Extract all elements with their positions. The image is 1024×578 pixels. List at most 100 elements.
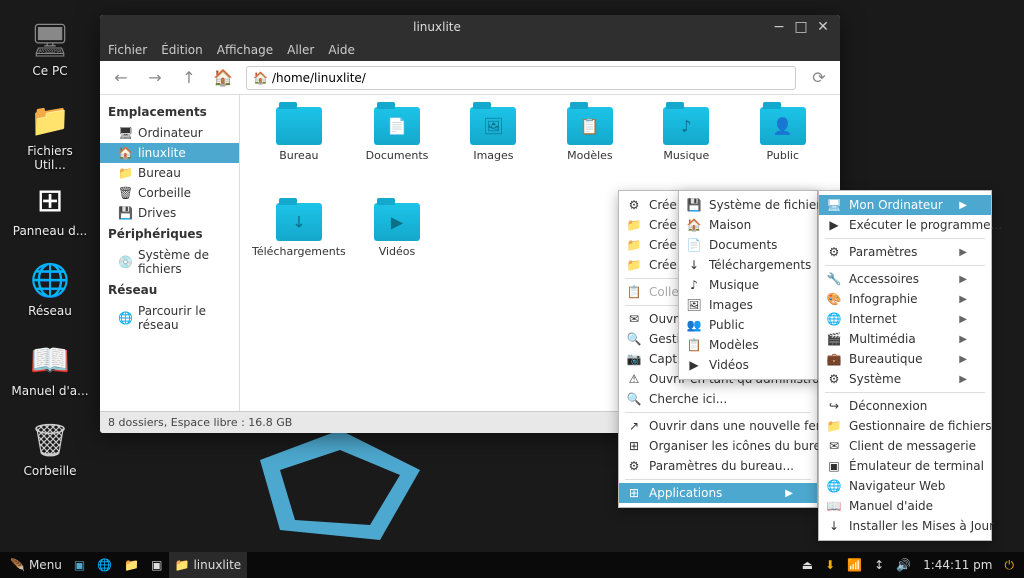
menu-item-clientdemessagerie[interactable]: ✉Client de messagerie (819, 436, 991, 456)
menu-item-musique[interactable]: ♪Musique (679, 275, 817, 295)
menu-item-icon: 🏠 (687, 218, 701, 232)
menu-item-dconnexion[interactable]: ↪Déconnexion (819, 396, 991, 416)
sidebar-item-bureau[interactable]: 📁Bureau (100, 163, 239, 183)
wifi-tray[interactable]: 📶 (841, 552, 868, 578)
menu-item-excuterleprogramme[interactable]: ▶Exécuter le programme... (819, 215, 991, 235)
sidebar-item-drives[interactable]: 💾Drives (100, 203, 239, 223)
menu-item-multimdia[interactable]: 🎬Multimédia▶ (819, 329, 991, 349)
terminal-launcher[interactable]: ▣ (145, 552, 168, 578)
menu-item-bureautique[interactable]: 💼Bureautique▶ (819, 349, 991, 369)
minimize-button[interactable]: − (768, 16, 790, 38)
menu-item-ouvrirdansunenouvell[interactable]: ↗Ouvrir dans une nouvelle fenêtre (619, 416, 817, 436)
menu-item-navigateurweb[interactable]: 🌐Navigateur Web (819, 476, 991, 496)
folder-icon: ↓ (276, 203, 322, 241)
sidebar-item-parcourirlerseau[interactable]: 🌐Parcourir le réseau (100, 301, 239, 335)
menu-affichage[interactable]: Affichage (217, 43, 273, 57)
menu-item-accessoires[interactable]: 🔧Accessoires▶ (819, 269, 991, 289)
menu-item-icon: ▶ (827, 218, 841, 232)
menu-item-installerlesmisesjou[interactable]: ↓Installer les Mises à Jour (819, 516, 991, 536)
desktop-icon-corbeille[interactable]: 🗑Corbeille (10, 420, 90, 478)
close-button[interactable]: ✕ (812, 16, 834, 38)
pathbar[interactable]: 🏠 /home/linuxlite/ (246, 66, 796, 90)
folder-modles[interactable]: 📋Modèles (545, 107, 635, 197)
menu-aller[interactable]: Aller (287, 43, 314, 57)
submenu-arrow-icon: ▶ (959, 374, 967, 385)
menu-item-systme[interactable]: ⚙Système▶ (819, 369, 991, 389)
menu-item-monordinateur[interactable]: 🖥Mon Ordinateur▶ (819, 195, 991, 215)
sidebar-section-emplacements: Emplacements (100, 101, 239, 123)
desktop-icon-rseau[interactable]: 🌐Réseau (10, 260, 90, 318)
desktop-icon-manuelda[interactable]: 📖Manuel d'a... (10, 340, 90, 398)
updates-tray[interactable]: ⬇ (819, 552, 841, 578)
taskbar-app-button[interactable]: 📁 linuxlite (169, 552, 248, 578)
refresh-button[interactable]: ⟳ (808, 67, 830, 89)
separator (825, 238, 985, 239)
menu-item-label: Multimédia (849, 332, 916, 346)
folder-vidos[interactable]: ▶Vidéos (352, 203, 442, 293)
folder-public[interactable]: 👤Public (738, 107, 828, 197)
power-tray[interactable]: ⏻ (999, 552, 1021, 578)
files-launcher[interactable]: 📁 (118, 552, 145, 578)
sidebar-item-ordinateur[interactable]: 🖥Ordinateur (100, 123, 239, 143)
workspace-button[interactable]: ▣ (68, 552, 91, 578)
menu-item-gestionnairedefichie[interactable]: 📁Gestionnaire de fichiers (819, 416, 991, 436)
chrome-launcher[interactable]: 🌐 (91, 552, 118, 578)
menu-item-documents[interactable]: 📄Documents (679, 235, 817, 255)
submenu-arrow-icon: ▶ (785, 488, 793, 499)
usb-tray[interactable]: ⏏ (796, 552, 819, 578)
sidebar-item-systmedefichiers[interactable]: 💿Système de fichiers (100, 245, 239, 279)
folder-images[interactable]: 🖼Images (448, 107, 538, 197)
menu-item-vidos[interactable]: ▶Vidéos (679, 355, 817, 375)
menu-item-manueldaide[interactable]: 📖Manuel d'aide (819, 496, 991, 516)
menu-item-images[interactable]: 🖼Images (679, 295, 817, 315)
clock-text: 1:44:11 pm (923, 558, 992, 572)
menu-item-public[interactable]: 👥Public (679, 315, 817, 335)
up-button[interactable]: ↑ (178, 67, 200, 89)
sidebar-section-réseau: Réseau (100, 279, 239, 301)
desktop-icon-glyph: 🗑 (26, 420, 74, 460)
menu-item-label: Installer les Mises à Jour (849, 519, 994, 533)
menu-fichier[interactable]: Fichier (108, 43, 147, 57)
folder-musique[interactable]: ♪Musique (641, 107, 731, 197)
maximize-button[interactable]: □ (790, 16, 812, 38)
desktop-icon-glyph: 📁 (26, 100, 74, 140)
menu-item-internet[interactable]: 🌐Internet▶ (819, 309, 991, 329)
desktop-icon-panneaud[interactable]: ⊞Panneau d... (10, 180, 90, 238)
desktop-icon-cepc[interactable]: 🖥Ce PC (10, 20, 90, 78)
menu-édition[interactable]: Édition (161, 43, 203, 57)
files-icon: 📁 (124, 558, 139, 572)
menu-item-paramtres[interactable]: ⚙Paramètres▶ (819, 242, 991, 262)
sidebar-item-label: linuxlite (138, 146, 186, 160)
folder-tlchargements[interactable]: ↓Téléchargements (252, 203, 346, 293)
folder-icon: 👤 (760, 107, 806, 145)
volume-tray[interactable]: 🔊 (890, 552, 917, 578)
titlebar[interactable]: linuxlite − □ ✕ (100, 15, 840, 39)
menu-item-tlchargements[interactable]: ↓Téléchargements (679, 255, 817, 275)
menu-item-mulateurdeterminal[interactable]: ▣Émulateur de terminal (819, 456, 991, 476)
menu-aide[interactable]: Aide (328, 43, 355, 57)
clock[interactable]: 1:44:11 pm (917, 552, 998, 578)
menu-button[interactable]: 🪶 Menu (4, 552, 68, 578)
menu-item-organiserlesicnesdub[interactable]: ⊞Organiser les icônes du bureau (619, 436, 817, 456)
home-button[interactable]: 🏠 (212, 67, 234, 89)
network-tray[interactable]: ↕ (868, 552, 890, 578)
folder-bureau[interactable]: Bureau (252, 107, 346, 197)
sidebar-item-linuxlite[interactable]: 🏠linuxlite (100, 143, 239, 163)
sidebar-item-corbeille[interactable]: 🗑Corbeille (100, 183, 239, 203)
menu-item-applications[interactable]: ⊞Applications▶ (619, 483, 817, 503)
toolbar: ← → ↑ 🏠 🏠 /home/linuxlite/ ⟳ (100, 61, 840, 95)
submenu-arrow-icon: ▶ (959, 354, 967, 365)
menu-item-infographie[interactable]: 🎨Infographie▶ (819, 289, 991, 309)
folder-icon: ♪ (663, 107, 709, 145)
menu-item-paramtresdubureau[interactable]: ⚙Paramètres du bureau... (619, 456, 817, 476)
chrome-icon: 🌐 (97, 558, 112, 572)
back-button[interactable]: ← (110, 67, 132, 89)
desktop-icon-fichiersutil[interactable]: 📁Fichiers Util... (10, 100, 90, 172)
menu-item-systmedefichiers[interactable]: 💾Système de fichiers (679, 195, 817, 215)
folder-documents[interactable]: 📄Documents (352, 107, 442, 197)
menu-item-maison[interactable]: 🏠Maison (679, 215, 817, 235)
menu-item-modles[interactable]: 📋Modèles (679, 335, 817, 355)
forward-button[interactable]: → (144, 67, 166, 89)
menu-item-icon: 🌐 (827, 479, 841, 493)
menu-item-chercheici[interactable]: 🔍Cherche ici... (619, 389, 817, 409)
